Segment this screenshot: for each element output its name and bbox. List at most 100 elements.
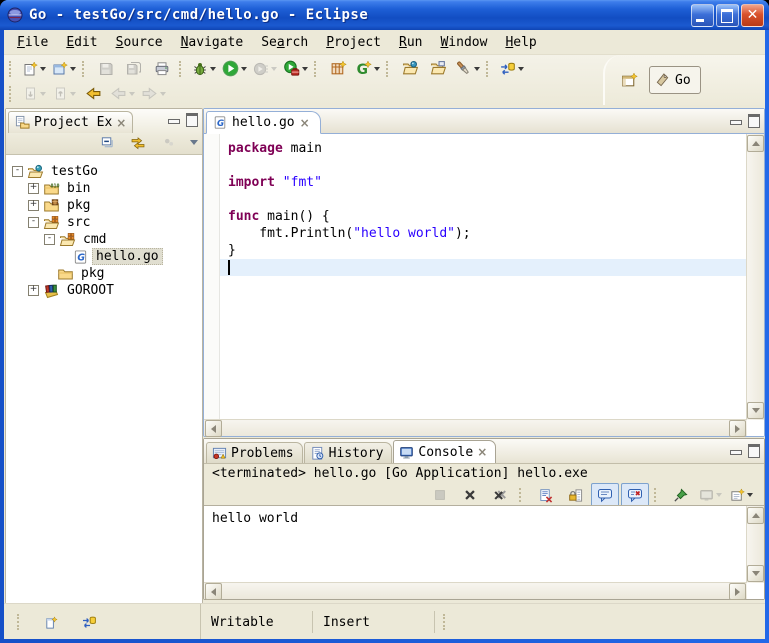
open-type-button[interactable] [396, 57, 424, 81]
menu-edit[interactable]: Edit [57, 32, 106, 53]
run-button[interactable] [219, 57, 250, 81]
tab-hello-go[interactable]: G hello.go × [206, 111, 321, 134]
toolbar-grip[interactable] [179, 61, 184, 77]
scroll-left-icon[interactable] [205, 420, 222, 437]
code-text[interactable]: package main import "fmt" func main() { … [220, 134, 747, 420]
menu-help[interactable]: Help [496, 32, 545, 53]
status-sync-db-button[interactable] [75, 610, 103, 634]
console-horizontal-scrollbar[interactable] [204, 582, 747, 599]
debug-button[interactable] [189, 57, 219, 81]
toggle-db-button[interactable] [496, 57, 527, 81]
open-console-button[interactable] [727, 483, 756, 507]
remove-launch-button[interactable] [456, 483, 484, 507]
collapse-all-button[interactable] [93, 132, 121, 152]
minimize-view-icon[interactable] [168, 119, 180, 124]
view-filter-button[interactable] [155, 132, 183, 152]
maximize-view-icon[interactable] [186, 113, 198, 127]
show-stderr-button[interactable] [621, 483, 649, 507]
display-selected-console-button[interactable] [696, 483, 725, 507]
save-button[interactable] [92, 57, 120, 81]
menu-window[interactable]: Window [431, 32, 496, 53]
expander-icon[interactable]: + [28, 183, 39, 194]
scroll-down-icon[interactable] [747, 402, 764, 419]
close-editor-icon[interactable]: × [300, 118, 310, 128]
view-menu-icon[interactable] [190, 140, 198, 145]
console-vertical-scrollbar[interactable] [746, 506, 764, 583]
save-all-button[interactable] [120, 57, 148, 81]
maximize-editor-icon[interactable] [748, 114, 760, 128]
tree-item-cmd[interactable]: - cmd [6, 231, 202, 248]
minimize-editor-icon[interactable] [730, 120, 742, 125]
editor-vertical-scrollbar[interactable] [746, 134, 764, 420]
show-stdout-button[interactable] [591, 483, 619, 507]
menu-navigate[interactable]: Navigate [172, 32, 253, 53]
scroll-right-icon[interactable] [729, 583, 746, 600]
menu-run[interactable]: Run [390, 32, 431, 53]
toolbar-grip[interactable] [9, 86, 14, 102]
close-view-icon[interactable]: × [116, 118, 126, 128]
tree-item-hello-go[interactable]: G hello.go [6, 248, 202, 265]
tab-history[interactable]: History [304, 442, 393, 463]
expander-icon[interactable]: + [28, 200, 39, 211]
mark-occurrences-button[interactable] [452, 57, 483, 81]
expander-icon[interactable]: + [28, 285, 39, 296]
maximize-button[interactable] [716, 4, 739, 27]
new-menu-button[interactable] [49, 57, 79, 81]
editor-content[interactable]: package main import "fmt" func main() { … [204, 134, 764, 436]
tree-item-pkg2[interactable]: pkg [6, 265, 202, 282]
menu-project[interactable]: Project [317, 32, 390, 53]
tree-item-bin[interactable]: + 010 bin [6, 180, 202, 197]
minimize-button[interactable] [691, 4, 714, 27]
tab-console[interactable]: Console × [393, 440, 496, 463]
pin-console-button[interactable] [666, 483, 694, 507]
back-button[interactable] [107, 82, 138, 106]
print-button[interactable] [148, 57, 176, 81]
link-with-editor-button[interactable] [124, 132, 152, 152]
forward-button[interactable] [138, 82, 169, 106]
scroll-lock-button[interactable] [561, 483, 589, 507]
tab-problems[interactable]: Problems [206, 442, 303, 463]
expander-icon[interactable]: - [12, 166, 23, 177]
toolbar-grip[interactable] [486, 61, 491, 77]
new-go-project-button[interactable] [324, 57, 352, 81]
next-annotation-button[interactable] [19, 82, 49, 106]
toolbar-grip[interactable] [9, 61, 14, 77]
toolbar-grip[interactable] [82, 61, 87, 77]
remove-all-terminated-button[interactable] [486, 483, 514, 507]
scroll-down-icon[interactable] [747, 565, 764, 582]
go-perspective-button[interactable]: Go [649, 66, 701, 94]
tree-item-pkg[interactable]: + pkg [6, 197, 202, 214]
close-console-icon[interactable]: × [477, 447, 487, 457]
menu-search[interactable]: Search [252, 32, 317, 53]
tree-item-src[interactable]: - src [6, 214, 202, 231]
last-edit-location-button[interactable] [79, 82, 107, 106]
expander-icon[interactable]: - [44, 234, 55, 245]
expander-icon[interactable]: - [28, 217, 39, 228]
maximize-console-icon[interactable] [748, 444, 760, 458]
tree-item-goroot[interactable]: + GOROOT [6, 282, 202, 299]
fast-view-button[interactable] [37, 610, 65, 634]
open-resource-button[interactable] [424, 57, 452, 81]
previous-annotation-button[interactable] [49, 82, 79, 106]
new-go-element-button[interactable]: G [352, 57, 383, 81]
scroll-left-icon[interactable] [205, 583, 222, 600]
console-content[interactable]: hello world [204, 505, 764, 599]
scroll-up-icon[interactable] [747, 507, 764, 524]
scroll-up-icon[interactable] [747, 135, 764, 152]
editor-horizontal-scrollbar[interactable] [204, 419, 747, 436]
console-output[interactable]: hello world [204, 506, 747, 583]
minimize-console-icon[interactable] [730, 450, 742, 455]
menu-file[interactable]: File [8, 32, 57, 53]
open-perspective-button[interactable] [615, 68, 643, 92]
toolbar-grip[interactable] [386, 61, 391, 77]
scroll-right-icon[interactable] [729, 420, 746, 437]
menu-source[interactable]: Source [107, 32, 172, 53]
terminate-button[interactable] [426, 483, 454, 507]
title-bar[interactable]: Go - testGo/src/cmd/hello.go - Eclipse ✕ [0, 0, 769, 30]
run-history-button[interactable] [250, 57, 280, 81]
tab-project-explorer[interactable]: Project Ex × [8, 111, 133, 133]
tree-item-testgo[interactable]: - testGo [6, 163, 202, 180]
external-tools-button[interactable] [280, 57, 311, 81]
clear-console-button[interactable] [531, 483, 559, 507]
new-wizard-button[interactable] [19, 57, 49, 81]
